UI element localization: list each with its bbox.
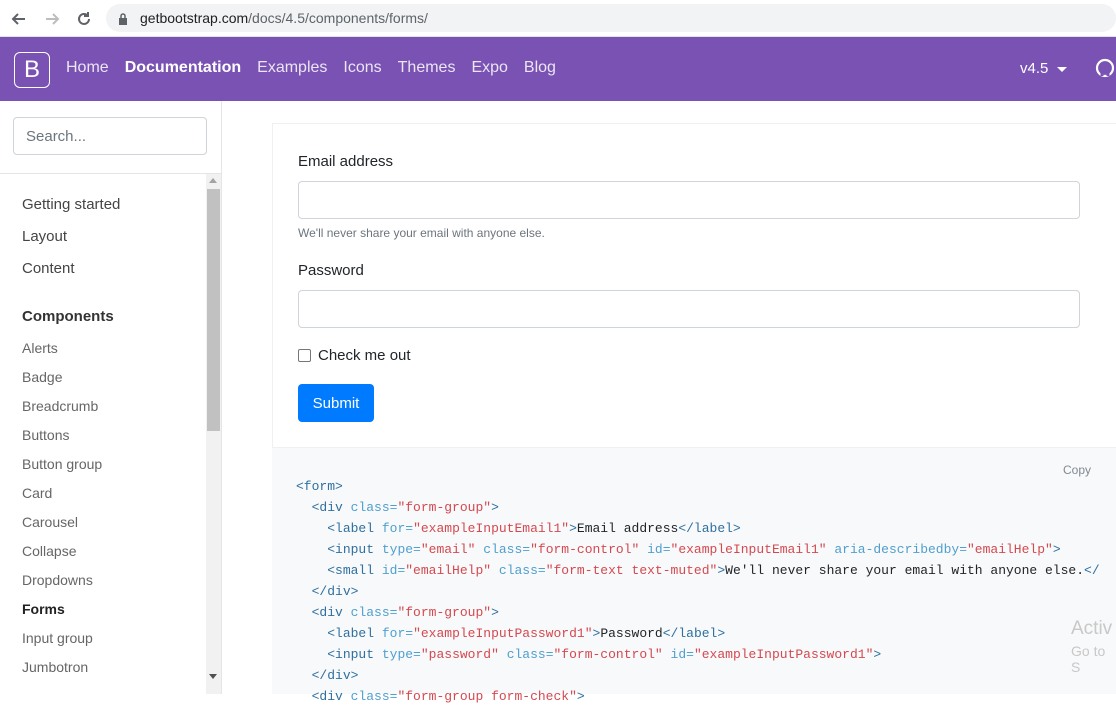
nav-link-documentation[interactable]: Documentation xyxy=(125,59,241,77)
sidebar-item-jumbotron[interactable]: Jumbotron xyxy=(22,659,88,675)
lock-icon xyxy=(118,12,128,30)
scrollbar-thumb[interactable] xyxy=(207,189,220,431)
sidebar-item-badge[interactable]: Badge xyxy=(22,369,62,385)
nav-link-icons[interactable]: Icons xyxy=(343,59,381,77)
sidebar-item-buttons[interactable]: Buttons xyxy=(22,427,69,443)
sidebar-item-card[interactable]: Card xyxy=(22,485,52,501)
sidebar-item-layout[interactable]: Layout xyxy=(22,228,67,245)
check-me-out-checkbox[interactable] xyxy=(298,349,311,362)
email-field[interactable] xyxy=(298,181,1080,219)
nav-link-examples[interactable]: Examples xyxy=(257,59,327,77)
copy-button[interactable]: Copy xyxy=(1063,463,1091,477)
watermark-text: Activ xyxy=(1071,618,1113,639)
watermark-subtext: Go to S xyxy=(1071,643,1106,675)
nav-link-themes[interactable]: Themes xyxy=(398,59,456,77)
example-panel xyxy=(272,123,1116,448)
sidebar-item-components[interactable]: Components xyxy=(22,308,114,325)
code-listing: <form> <div class="form-group"> <label f… xyxy=(296,479,1100,704)
sidebar-item-dropdowns[interactable]: Dropdowns xyxy=(22,572,93,588)
browser-toolbar: getbootstrap.com/docs/4.5/components/for… xyxy=(0,0,1116,37)
password-field[interactable] xyxy=(298,290,1080,328)
nav-link-blog[interactable]: Blog xyxy=(524,59,556,77)
sidebar-item-content[interactable]: Content xyxy=(22,260,75,277)
back-arrow-icon[interactable] xyxy=(8,8,30,30)
github-icon[interactable] xyxy=(1094,57,1116,84)
url-text: getbootstrap.com/docs/4.5/components/for… xyxy=(140,10,428,26)
sidebar-item-carousel[interactable]: Carousel xyxy=(22,514,78,530)
address-bar[interactable]: getbootstrap.com/docs/4.5/components/for… xyxy=(106,4,1116,32)
caret-down-icon[interactable] xyxy=(1057,67,1067,72)
email-help-text: We'll never share your email with anyone… xyxy=(298,226,545,240)
divider xyxy=(0,173,222,174)
nav-link-expo[interactable]: Expo xyxy=(471,59,507,77)
sidebar-item-alerts[interactable]: Alerts xyxy=(22,340,58,356)
bootstrap-logo[interactable]: B xyxy=(14,52,50,88)
forward-arrow-icon[interactable] xyxy=(41,8,63,30)
sidebar-item-input-group[interactable]: Input group xyxy=(22,630,93,646)
submit-button[interactable]: Submit xyxy=(298,384,374,422)
email-label: Email address xyxy=(298,153,394,170)
search-input[interactable] xyxy=(13,117,207,155)
check-me-out-label[interactable]: Check me out xyxy=(318,347,411,364)
sidebar-item-getting-started[interactable]: Getting started xyxy=(22,196,120,213)
sidebar: Getting started Layout Content Component… xyxy=(0,101,222,694)
password-label: Password xyxy=(298,262,364,279)
nav-links: Home Documentation Examples Icons Themes… xyxy=(66,59,572,77)
sidebar-item-forms[interactable]: Forms xyxy=(22,601,65,617)
sidebar-item-button-group[interactable]: Button group xyxy=(22,456,102,472)
version-dropdown[interactable]: v4.5 xyxy=(1020,60,1048,77)
sidebar-item-collapse[interactable]: Collapse xyxy=(22,543,76,559)
sidebar-item-breadcrumb[interactable]: Breadcrumb xyxy=(22,398,98,414)
scroll-down-icon[interactable] xyxy=(209,674,217,679)
nav-link-home[interactable]: Home xyxy=(66,59,109,77)
top-navbar: B Home Documentation Examples Icons Them… xyxy=(0,37,1116,101)
scroll-up-icon[interactable] xyxy=(209,178,217,183)
reload-icon[interactable] xyxy=(73,8,95,30)
